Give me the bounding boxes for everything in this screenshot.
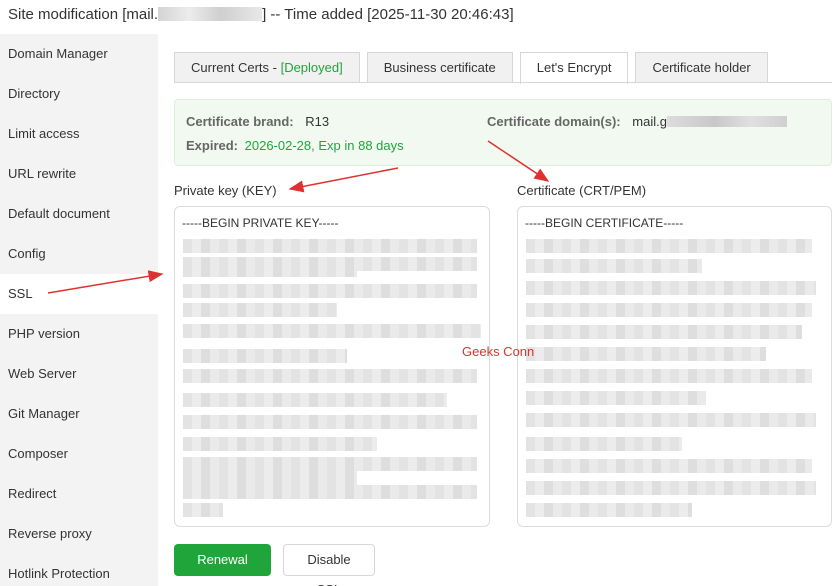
cert-info-panel: Certificate brand: R13 Certificate domai… xyxy=(174,99,832,166)
redacted-cert-line xyxy=(526,413,816,427)
sidebar-item-php-version[interactable]: PHP version xyxy=(0,314,158,354)
private-key-textarea[interactable]: -----BEGIN PRIVATE KEY----- xyxy=(174,206,490,527)
sidebar-item-domain-manager[interactable]: Domain Manager xyxy=(0,34,158,74)
tab-current-certs[interactable]: Current Certs - [Deployed] xyxy=(174,52,360,83)
sidebar-item-ssl[interactable]: SSL xyxy=(0,274,158,314)
certificate-textarea[interactable]: -----BEGIN CERTIFICATE----- xyxy=(517,206,832,527)
redacted-cert-line xyxy=(526,481,816,495)
watermark-text: Geeks Conn xyxy=(462,344,535,359)
sidebar-item-redirect[interactable]: Redirect xyxy=(0,474,158,514)
cert-domains-value: mail.g xyxy=(632,114,667,129)
sidebar-item-reverse-proxy[interactable]: Reverse proxy xyxy=(0,514,158,554)
redacted-key-line xyxy=(183,239,477,253)
redacted-cert-line xyxy=(526,503,692,517)
disable-ssl-button[interactable]: Disable SSL xyxy=(283,544,375,586)
redacted-cert-line xyxy=(526,437,682,451)
redacted-key-line xyxy=(183,457,477,471)
sidebar-item-hotlink-protection[interactable]: Hotlink Protection xyxy=(0,554,158,586)
redacted-cert-line xyxy=(526,259,702,273)
tab-lets-encrypt[interactable]: Let's Encrypt xyxy=(519,52,629,84)
cert-expiry-label: Expired: xyxy=(186,138,239,153)
sidebar-item-web-server[interactable]: Web Server xyxy=(0,354,158,394)
sidebar-item-default-document[interactable]: Default document xyxy=(0,194,158,234)
cert-brand-label: Certificate brand: xyxy=(186,114,294,129)
sidebar-item-git-manager[interactable]: Git Manager xyxy=(0,394,158,434)
title-suffix: ] -- Time added [2025-11-30 20:46:43] xyxy=(262,6,514,23)
certificate-label: Certificate (CRT/PEM) xyxy=(517,183,647,198)
sidebar-item-url-rewrite[interactable]: URL rewrite xyxy=(0,154,158,194)
tab-certificate-holder[interactable]: Certificate holder xyxy=(635,52,768,83)
cert-domains-row: Certificate domain(s): mail.g xyxy=(487,114,787,129)
window-title: Site modification [mail. ] -- Time added … xyxy=(0,0,839,34)
redacted-cert-line xyxy=(526,347,766,361)
redacted-domain xyxy=(158,7,263,21)
redacted-key-line xyxy=(183,415,477,429)
renewal-ssl-button[interactable]: Renewal SSL xyxy=(174,544,271,586)
redacted-cert-domain xyxy=(666,116,787,127)
redacted-key-line xyxy=(183,303,337,317)
sidebar-item-directory[interactable]: Directory xyxy=(0,74,158,114)
redacted-key-line xyxy=(183,349,347,363)
private-key-header: -----BEGIN PRIVATE KEY----- xyxy=(182,216,339,230)
sidebar-item-limit-access[interactable]: Limit access xyxy=(0,114,158,154)
redacted-key-line xyxy=(183,393,447,407)
private-key-label: Private key (KEY) xyxy=(174,183,277,198)
redacted-cert-line xyxy=(526,459,812,473)
sidebar-item-config[interactable]: Config xyxy=(0,234,158,274)
cert-brand-row: Certificate brand: R13 xyxy=(186,114,329,129)
redacted-cert-line xyxy=(526,281,816,295)
redacted-key-line xyxy=(183,503,223,517)
redacted-key-line xyxy=(183,263,357,277)
cert-expiry-value: 2026-02-28, Exp in 88 days xyxy=(244,138,404,153)
redacted-cert-line xyxy=(526,391,706,405)
redacted-key-line xyxy=(183,284,477,298)
tabs-divider xyxy=(174,82,832,83)
redacted-cert-line xyxy=(526,325,802,339)
tab-business-certificate[interactable]: Business certificate xyxy=(366,52,513,83)
redacted-key-line xyxy=(183,369,477,383)
redacted-cert-line xyxy=(526,303,812,317)
sidebar-item-composer[interactable]: Composer xyxy=(0,434,158,474)
redacted-key-line xyxy=(183,324,481,338)
redacted-cert-line xyxy=(526,369,812,383)
cert-expiry-row: Expired: 2026-02-28, Exp in 88 days xyxy=(186,138,404,153)
redacted-cert-line xyxy=(526,239,812,253)
ssl-tabs: Current Certs - [Deployed] Business cert… xyxy=(174,52,775,84)
arrow-to-key-label xyxy=(288,167,399,193)
cert-brand-value: R13 xyxy=(305,114,330,129)
redacted-key-line xyxy=(183,485,477,499)
title-prefix: Site modification [mail. xyxy=(8,6,159,23)
redacted-key-line xyxy=(183,437,377,451)
deployed-status: [Deployed] xyxy=(280,60,343,75)
cert-domains-label: Certificate domain(s): xyxy=(487,114,621,129)
tab-current-certs-label: Current Certs - xyxy=(191,60,281,75)
certificate-header: -----BEGIN CERTIFICATE----- xyxy=(525,216,684,230)
sidebar: Domain Manager Directory Limit access UR… xyxy=(0,34,158,586)
redacted-key-line xyxy=(183,471,357,485)
